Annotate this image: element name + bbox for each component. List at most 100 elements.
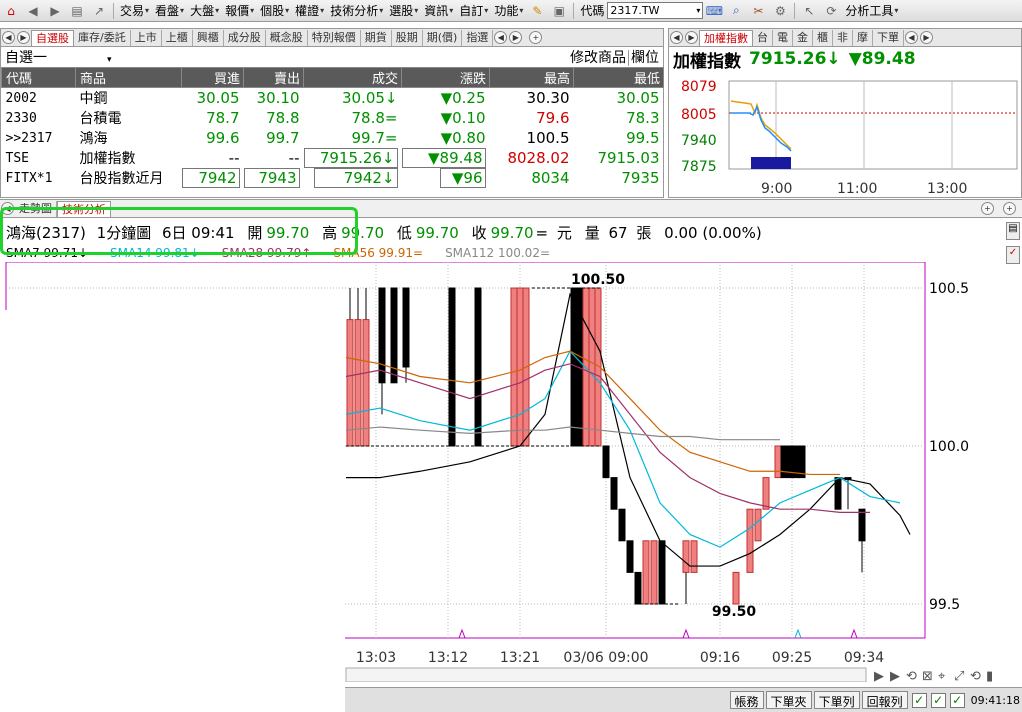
tab-otc[interactable]: 上櫃: [162, 30, 193, 46]
check-icon[interactable]: ✓: [949, 692, 965, 708]
quote-table: 代碼 商品 買進 賣出 成交 漲跌 最高 最低 2002 中鋼 30.05 30…: [1, 67, 664, 188]
table-row[interactable]: 2002 中鋼 30.05 30.10 30.05↓ ▼0.25 30.30 3…: [2, 88, 664, 109]
tab-otc-index[interactable]: 櫃: [813, 30, 833, 46]
columns-button[interactable]: 欄位: [631, 50, 659, 66]
tab-finance[interactable]: 金: [793, 30, 813, 46]
col-bid[interactable]: 買進: [181, 67, 244, 88]
tab-taiex[interactable]: 加權指數: [699, 30, 753, 46]
index-tab-scroll-prev-icon[interactable]: ◀: [905, 31, 918, 44]
tab-prev-icon[interactable]: ◀: [2, 31, 15, 44]
col-low[interactable]: 最低: [573, 67, 664, 88]
tab-concept[interactable]: 概念股: [266, 30, 308, 46]
order-folder-button[interactable]: 下單夾: [765, 691, 812, 709]
keyboard-icon[interactable]: ⌨: [705, 2, 723, 20]
tab-msci[interactable]: 摩: [853, 30, 873, 46]
tab-special[interactable]: 特別報價: [308, 30, 361, 46]
menu-screener[interactable]: 選股 ▾: [386, 2, 421, 19]
tab-order[interactable]: 下單: [873, 30, 904, 46]
col-name[interactable]: 商品: [75, 67, 182, 88]
tab-tw[interactable]: 台: [753, 30, 773, 46]
menu-analysis-tools[interactable]: 分析工具 ▾: [842, 2, 901, 19]
tab-next-icon[interactable]: ▶: [17, 31, 30, 44]
report-bar-button[interactable]: 回報列: [861, 691, 908, 709]
candle-body: [634, 571, 642, 605]
check-icon[interactable]: ✓: [911, 692, 927, 708]
index-tab-next-icon[interactable]: ▶: [685, 31, 698, 44]
account-button[interactable]: 帳務: [729, 691, 764, 709]
col-high[interactable]: 最高: [489, 67, 574, 88]
cell-last: 78.8=: [351, 109, 398, 127]
table-row[interactable]: FITX*1 台股指數近月 7942 7943 7942↓ ▼96 8034 7…: [2, 168, 664, 188]
menu-info[interactable]: 資訊 ▾: [421, 2, 456, 19]
index-tab-prev-icon[interactable]: ◀: [670, 31, 683, 44]
note-icon[interactable]: ▣: [550, 2, 568, 20]
code-input[interactable]: 2317.TW ▾: [607, 2, 704, 19]
modify-button[interactable]: 修改商品: [570, 50, 626, 66]
forward-icon[interactable]: ▶: [46, 2, 64, 20]
x-tick: 13:00: [927, 181, 967, 197]
table-row[interactable]: 2330 台積電 78.7 78.8 78.8= ▼0.10 79.6 78.3: [2, 108, 664, 128]
index-panel: ◀ ▶ 加權指數 台 電 金 櫃 非 摩 下單 ◀ ▶ 加權指數 7915.26…: [668, 28, 1022, 198]
chart-zoom-icon-2[interactable]: +: [1003, 202, 1016, 215]
order-bar-button[interactable]: 下單列: [813, 691, 860, 709]
tab-index-options[interactable]: 指選: [462, 30, 494, 46]
menu-custom[interactable]: 自訂 ▾: [456, 2, 491, 19]
col-ask[interactable]: 賣出: [243, 67, 304, 88]
tab-non-fin[interactable]: 非: [833, 30, 853, 46]
y-tick: 7940: [681, 133, 717, 149]
side-toolbar-icon[interactable]: ▤: [1006, 222, 1020, 240]
tools-icon[interactable]: ✂: [749, 2, 767, 20]
tab-listed[interactable]: 上市: [131, 30, 162, 46]
max-annotation: 100.50: [571, 272, 625, 288]
tab-scroll-next-icon[interactable]: ▶: [509, 31, 523, 44]
zoom-icon[interactable]: +: [529, 31, 543, 44]
min-annotation: 99.50: [712, 604, 757, 620]
tab-scroll-prev-icon[interactable]: ◀: [494, 31, 508, 44]
cell-bid: 78.7: [206, 109, 240, 127]
menu-warrant[interactable]: 權證 ▾: [292, 2, 327, 19]
tab-electronics[interactable]: 電: [773, 30, 793, 46]
cell-ask: 7943: [243, 168, 304, 188]
candle-body: [754, 508, 762, 542]
side-check-icon[interactable]: ✓: [1006, 246, 1020, 264]
menu-technical[interactable]: 技術分析 ▾: [327, 2, 386, 19]
col-last[interactable]: 成交: [303, 67, 402, 88]
x-tick: 9:00: [761, 181, 792, 197]
check-icon[interactable]: ✓: [930, 692, 946, 708]
menu-watch[interactable]: 看盤 ▾: [152, 2, 187, 19]
index-tab-scroll-next-icon[interactable]: ▶: [920, 31, 933, 44]
menu-quote[interactable]: 報價 ▾: [222, 2, 257, 19]
external-link-icon[interactable]: ↗: [90, 2, 108, 20]
cell-high: 79.6: [536, 109, 570, 127]
menu-stock[interactable]: 個股 ▾: [257, 2, 292, 19]
tab-stock-futures[interactable]: 股期: [392, 30, 423, 46]
col-code[interactable]: 代碼: [1, 67, 76, 88]
menu-function[interactable]: 功能 ▾: [491, 2, 526, 19]
pen-icon[interactable]: ✎: [528, 2, 546, 20]
settings-icon[interactable]: ⚙: [771, 2, 789, 20]
candle-body: [732, 571, 740, 605]
chart-zoom-icon[interactable]: +: [981, 202, 994, 215]
watchlist-group-select[interactable]: 自選一 ▾: [5, 47, 112, 67]
refresh-icon[interactable]: ⟳: [822, 2, 840, 20]
tab-futures[interactable]: 期貨: [361, 30, 392, 46]
menu-market[interactable]: 大盤 ▾: [187, 2, 222, 19]
cell-name: 加權指數: [79, 151, 136, 167]
col-change[interactable]: 漲跌: [401, 67, 490, 88]
candle-body: [354, 319, 362, 447]
quote-header-row: 代碼 商品 買進 賣出 成交 漲跌 最高 最低: [1, 67, 664, 88]
tab-futures-price[interactable]: 期(價): [423, 30, 463, 46]
tab-watchlist[interactable]: 自選股: [31, 30, 74, 46]
tab-inventory[interactable]: 庫存/委託: [74, 30, 131, 46]
print-icon[interactable]: ▤: [68, 2, 86, 20]
table-row[interactable]: TSE 加權指數 -- -- 7915.26↓ ▼89.48 8028.02 7…: [2, 148, 664, 168]
cell-low: 7935: [621, 169, 660, 187]
home-icon[interactable]: ⌂: [2, 2, 20, 20]
menu-trade[interactable]: 交易 ▾: [117, 2, 152, 19]
back-icon[interactable]: ◀: [24, 2, 42, 20]
table-row[interactable]: >>2317 鴻海 99.6 99.7 99.7= ▼0.80 100.5 99…: [2, 128, 664, 148]
tab-emerging[interactable]: 興櫃: [193, 30, 224, 46]
search-icon[interactable]: ⌕: [727, 2, 745, 20]
cursor-icon[interactable]: ↖: [800, 2, 818, 20]
tab-components[interactable]: 成分股: [224, 30, 266, 46]
